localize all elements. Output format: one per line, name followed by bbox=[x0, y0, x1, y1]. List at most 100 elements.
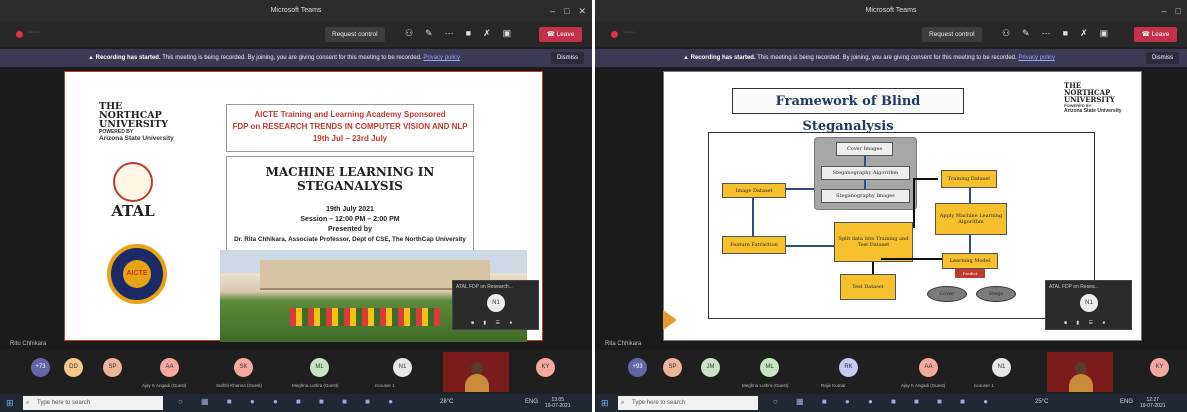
participant-name: ncouser 1 bbox=[974, 383, 994, 388]
share-icon[interactable]: ▣ bbox=[1100, 28, 1121, 38]
participant-name: Ajay K Angadi (Guest) bbox=[901, 383, 946, 388]
participant-avatar[interactable]: N1 bbox=[393, 358, 412, 377]
minimize-icon[interactable]: – bbox=[550, 6, 555, 16]
taskbar-clock: 13:05 19-07-2021 bbox=[545, 397, 571, 409]
request-control-button[interactable]: Request control bbox=[922, 27, 982, 42]
mic-off-icon[interactable]: ✗ bbox=[483, 28, 503, 38]
clock-date: 19-07-2021 bbox=[1140, 403, 1166, 409]
participant-avatar[interactable]: DD bbox=[64, 358, 83, 377]
participant-avatar[interactable]: N1 bbox=[992, 358, 1011, 377]
participant-avatar[interactable]: +73 bbox=[31, 358, 50, 377]
arrow-to-image-dataset bbox=[786, 188, 814, 190]
warning-icon: ▲ bbox=[88, 55, 94, 61]
participant-avatar[interactable]: SP bbox=[103, 358, 122, 377]
participant-avatar[interactable]: ML bbox=[310, 358, 329, 377]
banner-text: This meeting is being recorded. By joini… bbox=[162, 55, 422, 61]
participant-video-tile[interactable] bbox=[1047, 352, 1113, 392]
presenter-line: Dr. Rita Chhikara, Associate Professor, … bbox=[234, 236, 466, 243]
participant-name: Ajay K Angadi (Guest) bbox=[142, 383, 187, 388]
dismiss-button[interactable]: Dismiss bbox=[551, 52, 584, 64]
participant-avatar[interactable]: +93 bbox=[628, 358, 647, 377]
atal-emblem-icon bbox=[113, 162, 153, 202]
aicte-text: AICTE bbox=[123, 260, 151, 288]
mic-off-icon[interactable]: ✗ bbox=[1080, 28, 1100, 38]
lang-label: ENG bbox=[1120, 399, 1134, 405]
arrow-dataset-feature bbox=[752, 198, 754, 236]
slide-title: MACHINE LEARNING IN STEGANALYSIS bbox=[265, 165, 435, 193]
shared-screen: Framework of Blind Steganalysis THE NORT… bbox=[595, 68, 1187, 350]
arrow-split-test bbox=[872, 262, 874, 274]
self-view-tile[interactable]: ATAL FDP on Resea... N1 ■ ▮ ☰ ● bbox=[1045, 280, 1132, 330]
dismiss-button[interactable]: Dismiss bbox=[1146, 52, 1179, 64]
self-view-controls: ■ ▮ ☰ ● bbox=[471, 320, 517, 326]
box1-line-1: AICTE Training and Learning Academy Spon… bbox=[254, 110, 446, 119]
request-control-button[interactable]: Request control bbox=[325, 27, 385, 42]
share-icon[interactable]: ▣ bbox=[503, 28, 524, 38]
privacy-policy-link[interactable]: Privacy policy bbox=[423, 55, 460, 61]
close-icon[interactable]: ✕ bbox=[578, 6, 586, 16]
leave-button[interactable]: ☎ Leave bbox=[539, 27, 582, 42]
chat-icon[interactable]: ✎ bbox=[1022, 28, 1042, 38]
windows-start-icon[interactable]: ⊞ bbox=[6, 398, 14, 409]
more-icon[interactable]: ⋯ bbox=[445, 28, 466, 38]
privacy-policy-link[interactable]: Privacy policy bbox=[1018, 55, 1055, 61]
shared-screen: THE NORTHCAP UNIVERSITY POWERED BY Arizo… bbox=[0, 68, 592, 350]
participant-name: Meghna Luthra (Guest) bbox=[742, 383, 789, 388]
participants-icon[interactable]: ⚇ bbox=[1002, 28, 1022, 38]
window-title: Microsoft Teams bbox=[865, 7, 917, 14]
leave-label: Leave bbox=[1151, 31, 1170, 38]
participant-avatar[interactable]: JM bbox=[701, 358, 720, 377]
windows-start-icon[interactable]: ⊞ bbox=[601, 398, 609, 409]
taskbar-search[interactable]: ⌕ Type here to search bbox=[23, 396, 163, 410]
recording-banner: ▲ Recording has started. This meeting is… bbox=[595, 49, 1187, 67]
camera-icon[interactable]: ■ bbox=[1063, 28, 1080, 38]
maximize-icon[interactable]: □ bbox=[1176, 6, 1181, 16]
teams-window-right: Microsoft Teams – □ ····· Request control… bbox=[595, 0, 1187, 412]
participants-icon[interactable]: ⚇ bbox=[405, 28, 425, 38]
warning-icon: ▲ bbox=[683, 55, 689, 61]
framework-diagram: Cover Images Steganography Algorithm Ste… bbox=[708, 132, 1095, 319]
logo-asu: Arizona State University bbox=[1064, 108, 1122, 114]
minimize-icon[interactable]: – bbox=[1162, 6, 1167, 16]
participant-avatar[interactable]: ML bbox=[760, 358, 779, 377]
self-view-title: ATAL FDP on Resea... bbox=[1049, 284, 1099, 290]
participant-name: ncouser 1 bbox=[375, 383, 395, 388]
participant-avatar[interactable]: SP bbox=[663, 358, 682, 377]
video-person-body bbox=[1069, 374, 1093, 392]
window-title-bar: Microsoft Teams – □ ✕ bbox=[0, 0, 592, 22]
participant-strip: +93 SP JM ML Meghna Luthra (Guest) RK Rajiv Ku… bbox=[595, 350, 1187, 394]
participant-avatar[interactable]: SK bbox=[234, 358, 253, 377]
camera-icon[interactable]: ■ bbox=[466, 28, 483, 38]
participant-name: Surbhi Khanna (Guest) bbox=[216, 383, 263, 388]
self-view-avatar: N1 bbox=[487, 294, 505, 312]
clock-date: 19-07-2021 bbox=[545, 403, 571, 409]
toolbar-icons: ⚇✎⋯■✗▣ bbox=[405, 28, 523, 39]
self-view-title: ATAL FDP on Research... bbox=[456, 284, 513, 290]
leave-button[interactable]: ☎ Leave bbox=[1134, 27, 1177, 42]
participant-avatar[interactable]: AA bbox=[919, 358, 938, 377]
participant-video-tile[interactable] bbox=[443, 352, 509, 392]
node-stego-algorithm: Steganography Algorithm bbox=[821, 166, 910, 180]
node-learning-model: Learning Model bbox=[942, 253, 998, 269]
northcap-logo: THE NORTHCAP UNIVERSITY POWERED BY Arizo… bbox=[1064, 82, 1139, 114]
window-controls: – □ ✕ bbox=[541, 0, 586, 22]
participant-avatar[interactable]: KY bbox=[536, 358, 555, 377]
taskbar-app-icons: ○ ▦ ■ ● ● ■ ■ ■ ■ ● bbox=[178, 397, 402, 406]
participant-avatar[interactable]: RK bbox=[839, 358, 858, 377]
more-icon[interactable]: ⋯ bbox=[1042, 28, 1063, 38]
box1-line-3: 19th Jul – 23rd July bbox=[312, 134, 388, 143]
node-output-stego: Stego bbox=[976, 286, 1016, 302]
video-person-body bbox=[465, 374, 489, 392]
participant-avatar[interactable]: AA bbox=[160, 358, 179, 377]
recording-icon bbox=[16, 31, 23, 38]
weather-label: 25°C bbox=[1035, 399, 1049, 405]
taskbar-search[interactable]: ⌕ Type here to search bbox=[618, 396, 758, 410]
node-cover-images: Cover Images bbox=[836, 142, 893, 156]
participant-avatar[interactable]: KY bbox=[1150, 358, 1169, 377]
fdp-heading-box: AICTE Training and Learning Academy Spon… bbox=[226, 104, 474, 152]
chat-icon[interactable]: ✎ bbox=[425, 28, 445, 38]
maximize-icon[interactable]: □ bbox=[564, 6, 569, 16]
self-view-tile[interactable]: ATAL FDP on Research... N1 ■ ▮ ☰ ● bbox=[452, 280, 539, 330]
search-icon: ⌕ bbox=[621, 400, 625, 406]
node-image-dataset: Image Dataset bbox=[722, 183, 786, 198]
